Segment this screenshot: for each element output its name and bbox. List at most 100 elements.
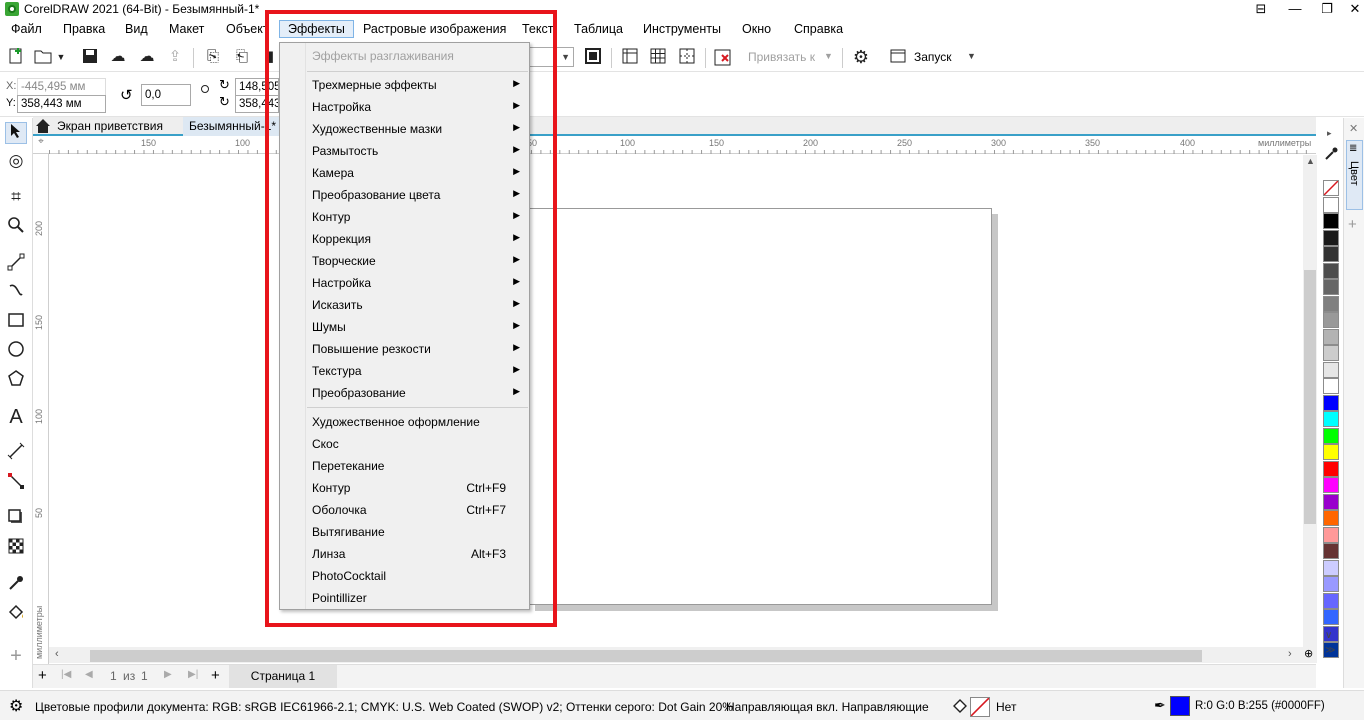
menu-view[interactable]: Вид [125,22,148,36]
zoom-navigator-icon[interactable]: ⊕ [1304,647,1313,660]
palette-swatch[interactable] [1323,411,1339,427]
show-grid-icon[interactable] [648,47,668,67]
mirror-v-icon[interactable]: ↻ [219,94,230,110]
eyedropper-tool-icon[interactable] [5,574,27,596]
docker-tab-color[interactable]: ≣ Цвет [1346,140,1363,210]
text-tool-icon[interactable]: A [5,406,27,428]
launch-dropdown[interactable]: Запуск [914,50,952,64]
freehand-pick-tool-icon[interactable]: ◎ [5,150,27,172]
home-icon[interactable] [35,118,51,134]
last-page-icon[interactable]: ▶| [188,669,198,680]
snap-to-dropdown[interactable]: Привязать к [748,50,815,64]
full-screen-icon[interactable] [583,47,603,67]
restore-ribbon-button[interactable]: ⊟ [1244,0,1278,19]
transparency-tool-icon[interactable] [5,537,27,559]
palette-swatch[interactable] [1323,510,1339,526]
add-page-after-icon[interactable]: + [211,667,220,684]
palette-swatch[interactable] [1323,493,1339,510]
palette-swatch[interactable] [1323,444,1339,460]
rotation-angle-field[interactable]: 0,0 [141,84,191,106]
scroll-left-chevron-icon[interactable]: ‹ [55,648,59,660]
add-tool-icon[interactable]: + [5,645,27,667]
vertical-scroll-thumb[interactable] [1304,270,1316,524]
tab-welcome-screen[interactable]: Экран приветствия [51,117,169,136]
palette-swatch[interactable] [1323,345,1339,361]
publish-icon[interactable]: ⇪ [165,47,185,67]
menu-table[interactable]: Таблица [574,22,623,36]
palette-eyedropper-icon[interactable] [1323,146,1339,162]
drop-shadow-tool-icon[interactable] [5,508,27,530]
add-page-before-icon[interactable]: + [38,667,47,684]
launch-icon[interactable] [888,47,908,67]
menu-edit[interactable]: Правка [63,22,105,36]
palette-swatch[interactable] [1323,378,1339,394]
document-page[interactable] [529,208,992,605]
palette-scroll-down-icon[interactable]: ∨ [1325,630,1332,641]
interactive-fill-tool-icon[interactable] [5,603,27,625]
fill-bucket-icon[interactable] [950,696,970,716]
settings-gear-icon[interactable]: ⚙ [9,696,23,716]
snap-chevron-icon[interactable]: ▼ [824,51,833,61]
origin-circle-icon[interactable] [201,85,209,93]
snap-off-icon[interactable] [713,47,733,67]
palette-swatch[interactable] [1323,543,1339,559]
pick-tool-icon[interactable] [5,122,27,144]
y-position-field[interactable]: 358,443 мм [17,95,106,113]
menu-help[interactable]: Справка [794,22,843,36]
next-page-icon[interactable]: ▶ [164,669,172,680]
import-icon[interactable]: ⎘ [203,47,223,67]
palette-swatch[interactable] [1323,262,1339,279]
palette-swatch[interactable] [1323,427,1339,444]
artistic-media-tool-icon[interactable] [5,282,27,304]
palette-swatch[interactable] [1323,328,1339,345]
palette-swatch[interactable] [1323,477,1339,493]
palette-swatch[interactable] [1323,361,1339,378]
show-rulers-icon[interactable] [620,47,640,67]
crop-tool-icon[interactable]: ⌗ [5,186,27,208]
menu-layout[interactable]: Макет [169,22,204,36]
horizontal-scroll-thumb[interactable] [90,650,1202,662]
parallel-dimension-tool-icon[interactable] [5,442,27,464]
open-dropdown-chevron-icon[interactable]: ▼ [54,47,68,67]
vertical-ruler[interactable]: 200 150 100 50 миллиметры [33,154,49,664]
rectangle-tool-icon[interactable] [5,311,27,333]
polygon-tool-icon[interactable] [5,369,27,391]
palette-swatch[interactable] [1323,312,1339,328]
no-color-swatch[interactable] [1323,180,1339,196]
open-folder-icon[interactable] [34,47,54,67]
export-icon[interactable]: ⎗ [232,47,252,67]
ruler-origin-icon[interactable]: ⌖ [33,136,49,154]
drawing-canvas[interactable] [49,155,1303,647]
outline-pen-icon[interactable]: ✒ [1154,697,1166,714]
x-position-field[interactable]: -445,495 мм [17,78,106,96]
minimize-button[interactable]: — [1278,0,1312,19]
palette-swatch[interactable] [1323,592,1339,609]
launch-chevron-icon[interactable]: ▼ [967,51,976,61]
zoom-tool-icon[interactable] [5,216,27,238]
menu-window[interactable]: Окно [742,22,771,36]
palette-swatch[interactable] [1323,460,1339,477]
palette-swatch[interactable] [1323,394,1339,411]
menu-object[interactable]: Объект [226,22,269,36]
palette-swatch[interactable] [1323,229,1339,246]
outline-color-swatch[interactable] [1170,696,1190,716]
scroll-right-chevron-icon[interactable]: › [1288,648,1292,660]
freehand-tool-icon[interactable] [5,253,27,275]
menu-tools[interactable]: Инструменты [643,22,721,36]
scroll-up-chevron-icon[interactable]: ▲ [1306,156,1315,166]
cloud-share-icon[interactable]: ☁ [137,47,157,67]
show-guidelines-icon[interactable] [677,47,697,67]
mirror-h-icon[interactable]: ↻ [219,77,230,93]
palette-swatch[interactable] [1323,576,1339,592]
palette-swatch[interactable] [1323,196,1339,213]
new-document-icon[interactable] [6,47,26,67]
add-docker-icon[interactable]: + [1348,216,1357,233]
tab-page-1[interactable]: Страница 1 [229,665,337,688]
save-icon[interactable] [80,47,100,67]
previous-page-icon[interactable]: ◀ [85,669,93,680]
palette-swatch[interactable] [1323,559,1339,576]
horizontal-ruler[interactable]: ⌖ 150 100 50 0 50 100 150 200 250 300 35… [33,136,1316,154]
color-profiles-text[interactable]: Цветовые профили документа: RGB: sRGB IE… [35,700,733,714]
palette-swatch[interactable] [1323,246,1339,262]
ellipse-tool-icon[interactable] [5,340,27,362]
